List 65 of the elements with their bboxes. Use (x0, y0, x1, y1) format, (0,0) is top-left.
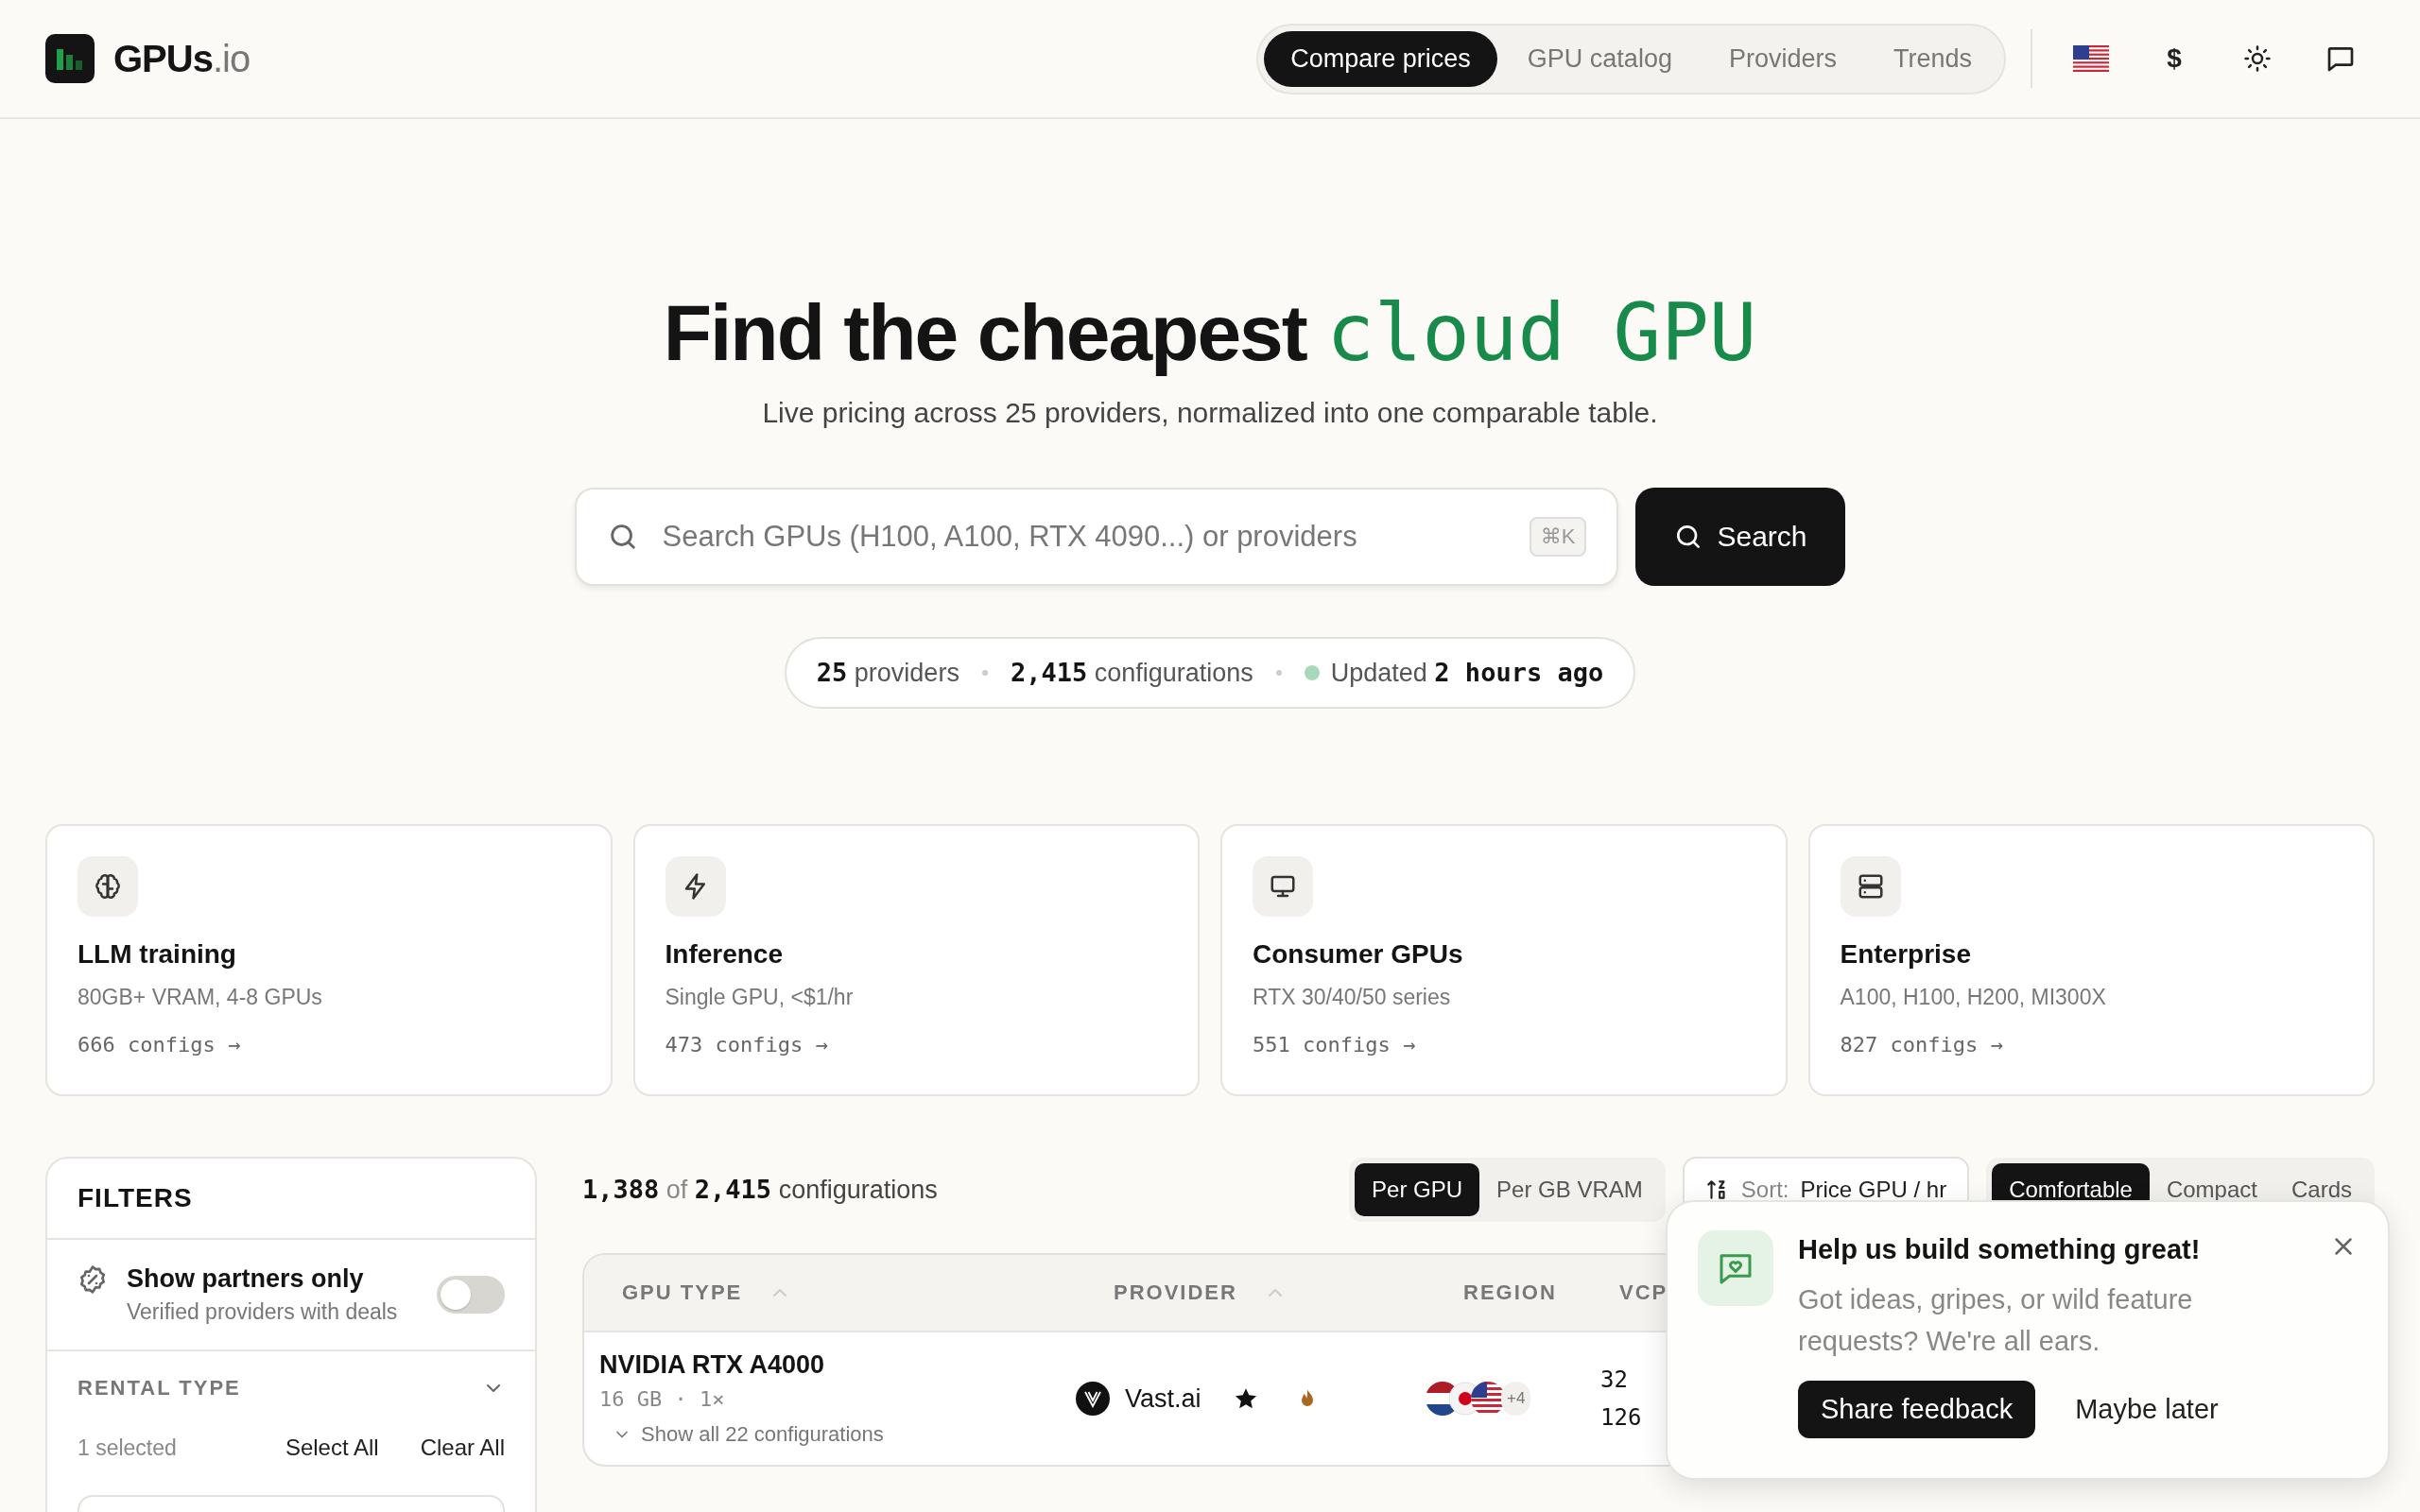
nav-tab[interactable]: Compare prices (1264, 30, 1497, 87)
filter-action-link[interactable]: Select All (285, 1435, 379, 1462)
logo-text[interactable]: GPUs.io (113, 37, 251, 80)
sun-icon (2243, 44, 2272, 73)
maybe-later-button[interactable]: Maybe later (2075, 1394, 2219, 1425)
badge-percent-icon (78, 1264, 108, 1296)
status-dot-icon (1304, 665, 1320, 681)
unit-tab[interactable]: Per GB VRAM (1479, 1163, 1660, 1217)
nav-tab[interactable]: Trends (1866, 30, 1998, 87)
filters-title: FILTERS (78, 1183, 194, 1214)
column-header[interactable]: REGION (1463, 1280, 1557, 1306)
flag-icon (2073, 45, 2109, 72)
logo-icon (45, 34, 95, 83)
partners-label: Show partners only (127, 1264, 365, 1295)
provider-name[interactable]: Vast.ai (1125, 1383, 1201, 1414)
card-subtitle: 80GB+ VRAM, 4-8 GPUs (78, 985, 322, 1011)
filter-action-link[interactable]: Clear All (420, 1435, 505, 1462)
shortcut-key: ⌘K (1529, 517, 1587, 558)
brain-icon (94, 872, 122, 902)
gpu-name: NVIDIA RTX A4000 (599, 1350, 826, 1381)
search-input[interactable]: Search GPUs (H100, A100, RTX 4090...) or providers (660, 519, 1509, 556)
gpu-specs: 16 GB · 1× (599, 1387, 726, 1412)
stat-text: 25 providers (816, 658, 959, 689)
more-regions-badge: +4 (1501, 1382, 1531, 1417)
config-count-link[interactable]: 551 configs → (1253, 1033, 1416, 1057)
card-subtitle: Single GPU, <$1/hr (665, 985, 854, 1011)
use-case-card[interactable]: Inference Single GPU, <$1/hr 473 configs → (632, 824, 1200, 1097)
column-header[interactable]: VCP (1619, 1280, 1668, 1306)
card-subtitle: A100, H100, H200, MI300X (1840, 985, 2106, 1011)
use-case-card[interactable]: Enterprise A100, H100, H200, MI300X 827 configs → (1807, 824, 2375, 1097)
stat-text: 2,415 configurations (1010, 658, 1253, 689)
popup-text: Got ideas, gripes, or wild feature requests? We're all ears. (1798, 1283, 2194, 1358)
card-title: Enterprise (1840, 939, 1971, 971)
partners-hint: Verified providers with deals (127, 1299, 399, 1326)
card-title: Inference (665, 939, 783, 971)
config-count-link[interactable]: 827 configs → (1840, 1033, 2003, 1057)
popup-title: Help us build something great! (1798, 1234, 2202, 1265)
card-subtitle: RTX 30/40/50 series (1253, 985, 1451, 1011)
use-case-card[interactable]: Consumer GPUs RTX 30/40/50 series 551 configs → (1220, 824, 1788, 1097)
updated-text: Updated 2 hours ago (1330, 658, 1604, 689)
currency-button[interactable]: $ (2140, 28, 2208, 89)
vcpu-value: 126 (1600, 1403, 1642, 1434)
column-header[interactable]: PROVIDER (1114, 1280, 1237, 1306)
nav-tab[interactable]: GPU catalog (1500, 30, 1699, 87)
nav-tab[interactable]: Providers (1702, 30, 1863, 87)
unit-tab[interactable]: Per GPU (1355, 1163, 1480, 1217)
view-tab[interactable]: Compact (2149, 1163, 2274, 1217)
config-count-link[interactable]: 666 configs → (78, 1033, 241, 1057)
use-case-card[interactable]: LLM training 80GB+ VRAM, 4-8 GPUs 666 configs → (45, 824, 613, 1097)
card-title: Consumer GPUs (1253, 939, 1463, 971)
show-configurations-link[interactable]: Show all 22 configurations (613, 1422, 884, 1448)
config-count-link[interactable]: 473 configs → (665, 1033, 828, 1057)
partners-toggle[interactable] (437, 1276, 505, 1314)
selected-count: 1 selected (78, 1435, 178, 1461)
vcpu-value: 32 (1600, 1366, 1628, 1396)
search-button[interactable]: Search (1635, 488, 1845, 587)
provider-logo-icon (1076, 1382, 1110, 1417)
share-feedback-button[interactable]: Share feedback (1798, 1381, 2036, 1438)
section-title: RENTAL TYPE (78, 1376, 241, 1401)
view-tab[interactable]: Cards (2273, 1163, 2369, 1217)
card-title: LLM training (78, 939, 236, 971)
hero-title: Find the cheapest cloud GPU (663, 289, 1757, 377)
results-count: 1,388 of 2,415 configurations (582, 1175, 939, 1206)
hero-subtitle: Live pricing across 25 providers, normalized into one comparable table. (762, 397, 1658, 430)
column-header[interactable]: GPU TYPE (622, 1280, 743, 1306)
